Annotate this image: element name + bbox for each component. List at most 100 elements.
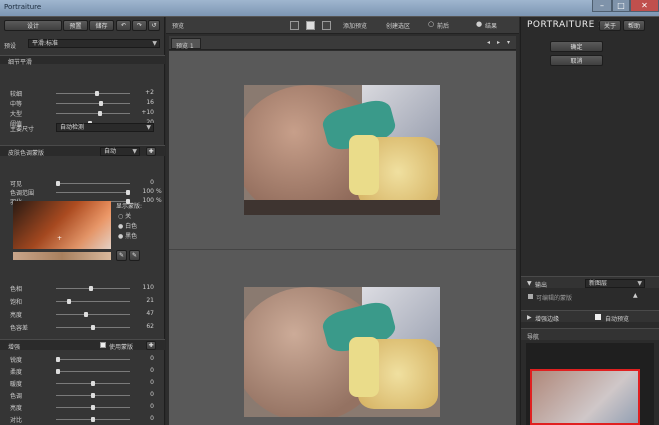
mask-display-option[interactable]: ○ 关 xyxy=(118,211,131,220)
size-label: 主要尺寸 xyxy=(10,126,35,133)
dual-view-icon[interactable] xyxy=(322,21,331,30)
detail-slider-value: 16 xyxy=(146,99,154,106)
size-select[interactable]: 自动检测 ▼ xyxy=(56,123,154,132)
undo-icon[interactable]: ↶ xyxy=(116,20,131,31)
slider-knob[interactable] xyxy=(91,393,95,398)
detail-smoothing-header[interactable]: 细节平滑 xyxy=(0,55,165,66)
enhance-slider-label: 亮度 xyxy=(10,405,23,412)
use-mask-checkbox[interactable] xyxy=(100,342,106,348)
eyedropper-icon[interactable]: ✚ xyxy=(146,147,156,156)
result-label: 结果 xyxy=(485,23,498,30)
mask-color-slider-value: 47 xyxy=(146,310,154,317)
settings-button[interactable]: 设计 xyxy=(4,20,62,31)
enhance-slider-value: 0 xyxy=(150,391,154,398)
edge-header: ▶ 增强边缘 自动预览 xyxy=(521,310,659,323)
slider-knob[interactable] xyxy=(84,312,88,317)
reset-icon[interactable]: ↺ xyxy=(148,20,160,31)
mask-slider[interactable] xyxy=(56,181,130,186)
redo-icon[interactable]: ↷ xyxy=(132,20,147,31)
minimize-icon[interactable]: – xyxy=(592,0,612,12)
enhance-reset-icon[interactable]: ✚ xyxy=(146,341,156,350)
skin-mask-header[interactable]: 皮肤色调蒙版 自动 ▼ ✚ xyxy=(0,145,165,157)
slider-knob[interactable] xyxy=(98,111,102,116)
slider-knob[interactable] xyxy=(91,381,95,386)
editable-mask-checkbox[interactable] xyxy=(528,294,533,299)
mask-color-slider[interactable] xyxy=(56,299,130,304)
detail-slider[interactable] xyxy=(56,111,130,116)
tab-preview-1-label: 预览 1 xyxy=(176,43,194,50)
output-select[interactable]: 新图层 ▼ xyxy=(585,279,645,288)
mask-color-slider-value: 62 xyxy=(146,323,154,330)
radio-after-icon[interactable]: ● xyxy=(476,20,482,28)
cancel-button[interactable]: 取消 xyxy=(550,55,603,66)
mask-mode-value: 自动 xyxy=(104,148,117,155)
enhance-slider-value: 0 xyxy=(150,415,154,422)
color-picker[interactable]: + xyxy=(13,201,111,249)
enhance-slider[interactable] xyxy=(56,405,130,410)
detail-slider[interactable] xyxy=(56,101,130,106)
presets-button[interactable]: 预置 xyxy=(63,20,88,31)
slider-knob[interactable] xyxy=(126,190,130,195)
size-value: 自动检测 xyxy=(60,124,85,131)
mask-color-slider[interactable] xyxy=(56,286,130,291)
mask-slider-row: 可见 0 xyxy=(10,179,160,188)
preview-divider xyxy=(169,249,516,250)
slider-knob[interactable] xyxy=(56,369,60,374)
enhance-slider-row: 对比 0 xyxy=(10,415,160,424)
radio-before-icon[interactable]: ○ xyxy=(428,20,434,28)
expand-icon[interactable]: ▶ xyxy=(527,314,532,321)
tab-next-icon[interactable]: ▸ xyxy=(497,39,500,46)
enhance-slider[interactable] xyxy=(56,381,130,386)
slider-knob[interactable] xyxy=(91,325,95,330)
ok-button[interactable]: 确定 xyxy=(550,41,603,52)
mask-color-slider[interactable] xyxy=(56,312,130,317)
navigator-thumbnail[interactable] xyxy=(530,369,640,425)
close-icon[interactable]: ✕ xyxy=(630,0,659,12)
display-mask-label: 显示蒙版: xyxy=(116,203,143,210)
slider-knob[interactable] xyxy=(88,286,93,291)
collapse-icon[interactable]: ▼ xyxy=(527,280,532,287)
create-selection-button[interactable]: 创建选区 xyxy=(386,21,410,30)
enhance-slider-row: 锐度 0 xyxy=(10,355,160,364)
mask-slider-row: 色调范围 100% xyxy=(10,188,162,197)
preset-label: 预设 xyxy=(4,43,17,50)
preset-select[interactable]: 平滑:标准 ▼ xyxy=(28,39,160,48)
slider-knob[interactable] xyxy=(56,357,60,362)
enhance-header[interactable]: 增强 使用蒙版 ✚ xyxy=(0,339,165,351)
mask-slider[interactable] xyxy=(56,190,130,195)
enhance-slider[interactable] xyxy=(56,369,130,374)
enhance-slider[interactable] xyxy=(56,393,130,398)
about-button[interactable]: 关于 xyxy=(599,20,621,31)
baby-photo-before xyxy=(244,85,440,215)
tab-preview-1[interactable]: 预览 1 xyxy=(171,38,201,50)
enhance-slider-value: 0 xyxy=(150,367,154,374)
slider-knob[interactable] xyxy=(66,299,71,304)
eyedropper-remove-icon[interactable]: ✎ xyxy=(129,250,140,261)
slider-knob[interactable] xyxy=(99,101,104,106)
slider-knob[interactable] xyxy=(91,405,95,410)
slider-knob[interactable] xyxy=(94,91,99,96)
single-view-icon[interactable] xyxy=(290,21,299,30)
tab-prev-icon[interactable]: ◂ xyxy=(487,39,490,46)
chevron-down-icon: ▼ xyxy=(637,280,642,287)
enhance-slider-value: 0 xyxy=(150,403,154,410)
help-button[interactable]: 帮助 xyxy=(623,20,645,31)
mask-color-slider[interactable] xyxy=(56,325,130,330)
tab-menu-icon[interactable]: ▾ xyxy=(507,39,510,46)
hue-bar[interactable] xyxy=(13,252,111,260)
add-preview-button[interactable]: 添加预览 xyxy=(343,21,367,30)
eyedropper-add-icon[interactable]: ✎ xyxy=(116,250,127,261)
slider-knob[interactable] xyxy=(91,417,95,422)
mask-display-option[interactable]: ● 白色 xyxy=(118,221,137,230)
detail-slider[interactable] xyxy=(56,91,130,96)
enhance-slider[interactable] xyxy=(56,357,130,362)
mask-display-option[interactable]: ● 黑色 xyxy=(118,231,137,240)
enhance-slider-label: 色调 xyxy=(10,393,23,400)
enhance-slider[interactable] xyxy=(56,417,130,422)
save-preset-button[interactable]: 储存 xyxy=(89,20,114,31)
split-view-icon[interactable] xyxy=(306,21,315,30)
maximize-icon[interactable]: □ xyxy=(612,0,630,12)
auto-preview-checkbox[interactable] xyxy=(595,314,601,320)
slider-knob[interactable] xyxy=(56,181,60,186)
mask-mode-select[interactable]: 自动 ▼ xyxy=(100,147,140,156)
